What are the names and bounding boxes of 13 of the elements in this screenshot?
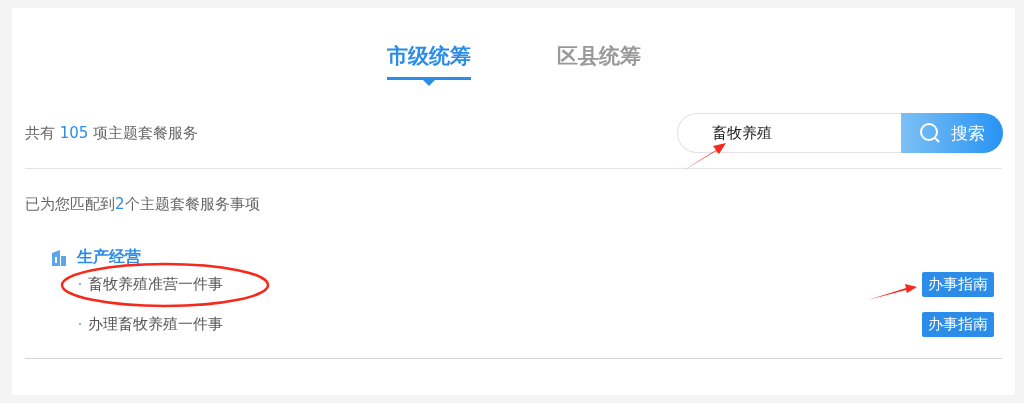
guide-button[interactable]: 办事指南 — [922, 311, 994, 337]
service-link[interactable]: 办理畜牧养殖一件事 — [88, 314, 223, 334]
service-link[interactable]: 畜牧养殖准营一件事 — [88, 274, 223, 294]
tab[interactable]: 市级统筹 — [386, 41, 471, 86]
search-button[interactable]: 搜索 — [901, 113, 1003, 153]
building-icon — [51, 248, 67, 267]
match-result-text: 已为您匹配到2个主题套餐服务事项 — [25, 195, 261, 214]
service-count-text: 共有 105 项主题套餐服务 — [25, 123, 199, 143]
category-title: 生产经营 — [77, 247, 141, 268]
search-field[interactable]: 畜牧养殖 — [677, 113, 901, 153]
guide-button[interactable]: 办事指南 — [922, 271, 994, 297]
search-icon — [919, 122, 941, 144]
tab[interactable]: 区县统筹 — [556, 41, 641, 86]
